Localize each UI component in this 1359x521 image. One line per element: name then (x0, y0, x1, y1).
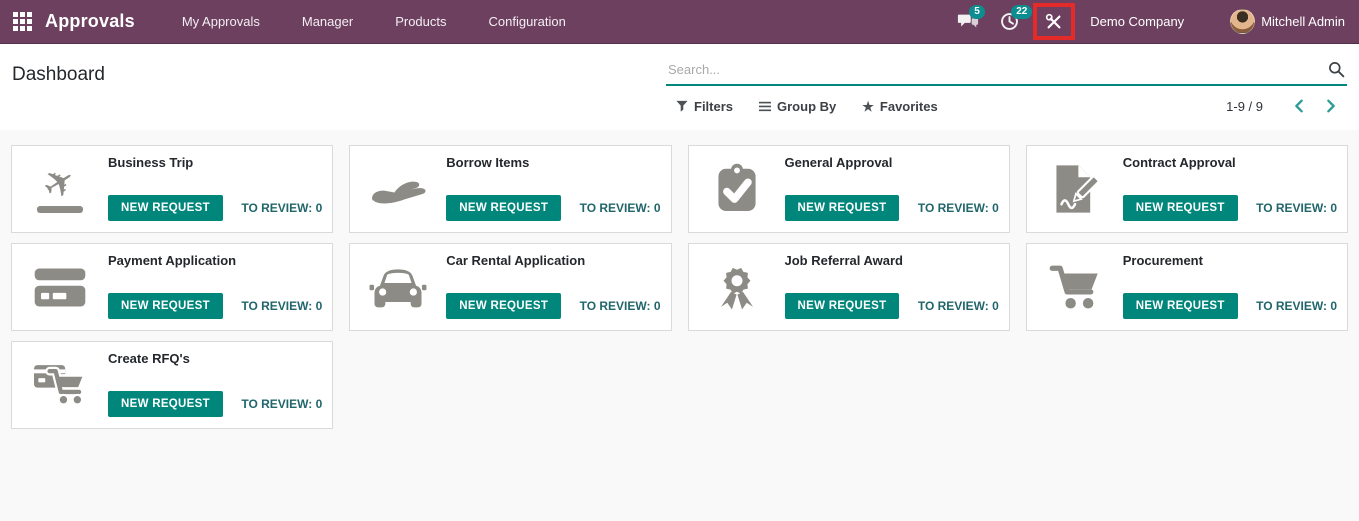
search-button[interactable] (1328, 61, 1345, 78)
to-review-link[interactable]: TO REVIEW: 0 (241, 201, 322, 215)
card-general-approval[interactable]: General Approval NEW REQUEST TO REVIEW: … (687, 145, 1010, 233)
menu-my-approvals[interactable]: My Approvals (161, 0, 281, 44)
new-request-button[interactable]: NEW REQUEST (784, 195, 900, 221)
developer-tools-icon (1046, 13, 1061, 28)
filters-row: Filters Group By ★ Favorites 1-9 / 9 (666, 98, 1347, 114)
card-create-rfqs[interactable]: Create RFQ's NEW REQUEST TO REVIEW: 0 (11, 341, 334, 429)
card-borrow-items[interactable]: Borrow Items NEW REQUEST TO REVIEW: 0 (349, 145, 672, 233)
to-review-link[interactable]: TO REVIEW: 0 (241, 397, 322, 411)
apps-menu-button[interactable] (0, 0, 45, 44)
menu-configuration[interactable]: Configuration (468, 0, 587, 44)
contract-sign-icon (1027, 146, 1123, 232)
clipboard-check-icon (689, 146, 785, 232)
plane-departure-icon: ✈ (12, 146, 108, 232)
card-title: Create RFQ's (108, 351, 190, 366)
new-request-button[interactable]: NEW REQUEST (1122, 195, 1238, 221)
page-title: Dashboard (12, 64, 105, 85)
avatar (1230, 9, 1256, 34)
card-title: Borrow Items (446, 155, 530, 170)
card-business-trip[interactable]: ✈ Business Trip NEW REQUEST TO REVIEW: 0 (11, 145, 334, 233)
user-name: Mitchell Admin (1261, 14, 1345, 29)
new-request-button[interactable]: NEW REQUEST (1122, 293, 1238, 319)
card-payment-application[interactable]: Payment Application NEW REQUEST TO REVIE… (11, 243, 334, 331)
to-review-link[interactable]: TO REVIEW: 0 (1256, 299, 1337, 313)
main-menu: My Approvals Manager Products Configurat… (161, 0, 587, 44)
chevron-left-icon (1295, 99, 1303, 113)
card-title: Payment Application (108, 253, 237, 268)
new-request-button[interactable]: NEW REQUEST (108, 195, 223, 221)
favorites-button[interactable]: ★ Favorites (862, 99, 937, 114)
group-by-button[interactable]: Group By (759, 99, 836, 114)
borrow-hand-icon (350, 146, 446, 232)
to-review-link[interactable]: TO REVIEW: 0 (1256, 201, 1337, 215)
card-title: Car Rental Application (446, 253, 586, 268)
dashboard-card-grid: ✈ Business Trip NEW REQUEST TO REVIEW: 0… (0, 130, 1359, 444)
card-job-referral-award[interactable]: Job Referral Award NEW REQUEST TO REVIEW… (687, 243, 1010, 331)
new-request-button[interactable]: NEW REQUEST (108, 391, 223, 417)
to-review-link[interactable]: TO REVIEW: 0 (918, 299, 999, 313)
card-title: General Approval (784, 155, 893, 170)
filters-button[interactable]: Filters (676, 99, 733, 114)
credit-card-icon (12, 244, 108, 330)
to-review-link[interactable]: TO REVIEW: 0 (241, 299, 322, 313)
company-switcher[interactable]: Demo Company (1078, 14, 1196, 29)
rfq-card-cart-icon (12, 342, 108, 428)
card-car-rental[interactable]: Car Rental Application NEW REQUEST TO RE… (349, 243, 672, 331)
star-icon: ★ (862, 98, 874, 114)
to-review-link[interactable]: TO REVIEW: 0 (580, 299, 661, 313)
card-title: Job Referral Award (784, 253, 904, 268)
user-menu[interactable]: Mitchell Admin (1226, 9, 1359, 34)
card-procurement[interactable]: Procurement NEW REQUEST TO REVIEW: 0 (1025, 243, 1348, 331)
pager-next-button[interactable] (1315, 98, 1347, 114)
shopping-cart-icon (1027, 244, 1123, 330)
new-request-button[interactable]: NEW REQUEST (446, 195, 562, 221)
apps-grid-icon (13, 12, 32, 31)
card-title: Business Trip (108, 155, 194, 170)
card-title: Procurement (1122, 253, 1203, 268)
group-by-icon (759, 101, 772, 111)
developer-tools-button[interactable] (1032, 0, 1076, 44)
card-contract-approval[interactable]: Contract Approval NEW REQUEST TO REVIEW:… (1025, 145, 1348, 233)
menu-products[interactable]: Products (374, 0, 467, 44)
new-request-button[interactable]: NEW REQUEST (784, 293, 900, 319)
menu-manager[interactable]: Manager (281, 0, 374, 44)
to-review-link[interactable]: TO REVIEW: 0 (918, 201, 999, 215)
car-icon (350, 244, 446, 330)
chevron-right-icon (1327, 99, 1335, 113)
search-icon (1329, 62, 1345, 78)
new-request-button[interactable]: NEW REQUEST (446, 293, 562, 319)
card-title: Contract Approval (1122, 155, 1236, 170)
search-bar (666, 54, 1347, 86)
search-input[interactable] (666, 54, 1347, 84)
navbar-systray: 5 22 Demo Company Mitchell Admin (947, 0, 1359, 44)
award-ribbon-icon (689, 244, 785, 330)
activities-button[interactable]: 22 (989, 0, 1033, 44)
messages-badge: 5 (969, 4, 985, 19)
pager-range: 1-9 / 9 (1226, 98, 1263, 114)
messages-button[interactable]: 5 (947, 0, 989, 44)
control-panel: Dashboard Filters Group By (0, 44, 1359, 130)
pager-previous-button[interactable] (1283, 98, 1315, 114)
top-navbar: Approvals My Approvals Manager Products … (0, 0, 1359, 44)
to-review-link[interactable]: TO REVIEW: 0 (580, 201, 661, 215)
app-name: Approvals (45, 11, 135, 31)
pager: 1-9 / 9 (1226, 98, 1347, 114)
new-request-button[interactable]: NEW REQUEST (108, 293, 223, 319)
funnel-icon (676, 100, 688, 112)
activities-badge: 22 (1011, 4, 1033, 19)
